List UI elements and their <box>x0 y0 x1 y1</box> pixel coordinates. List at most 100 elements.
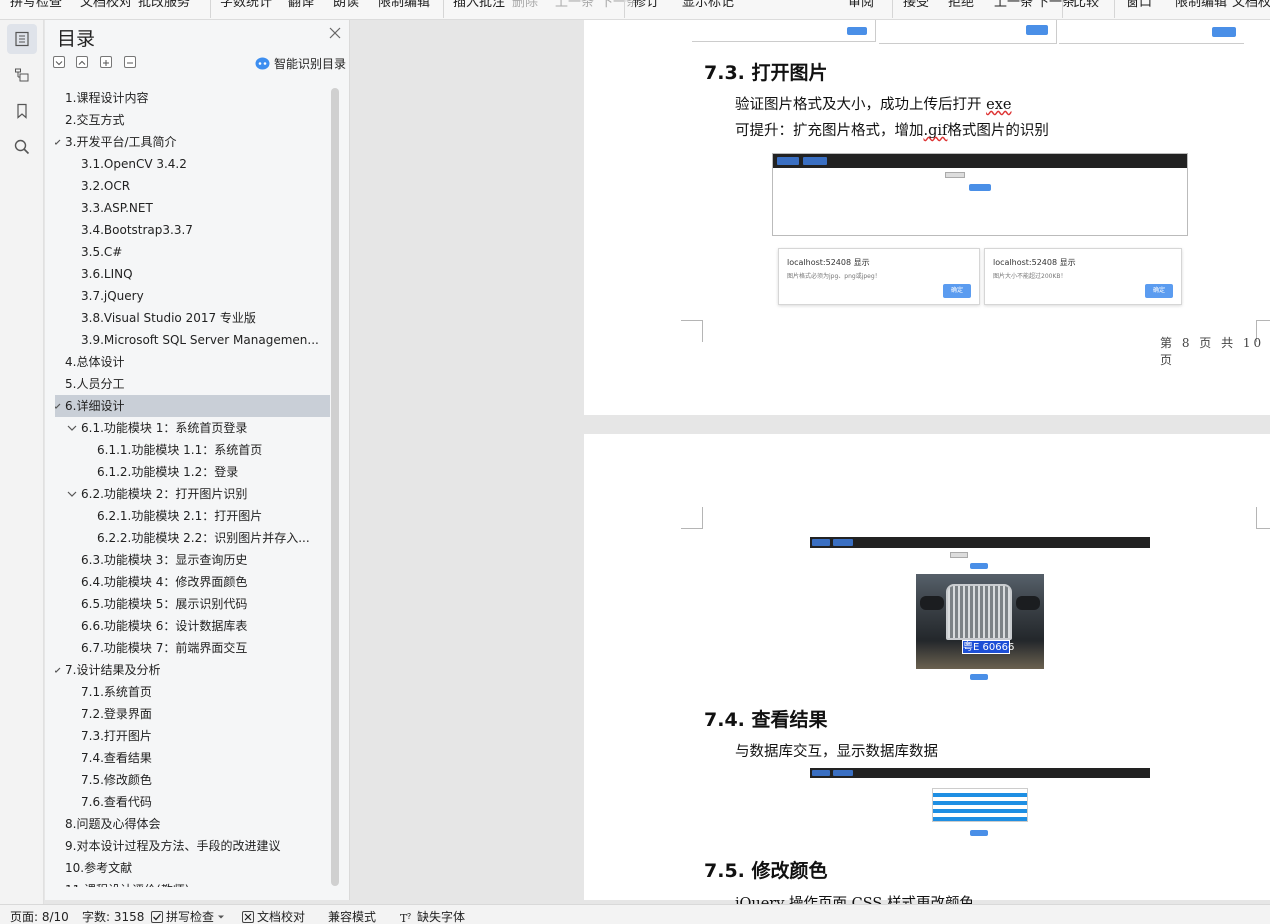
expand-chevron-icon[interactable] <box>55 131 62 153</box>
ribbon-spellcheck[interactable]: 拼写检查 <box>10 0 62 10</box>
dialog-ok-button: 确定 <box>1145 284 1173 298</box>
toc-item[interactable]: 3.2.OCR <box>55 175 330 197</box>
chevron-down-icon <box>55 61 63 66</box>
toc-item[interactable]: 3.开发平台/工具简介 <box>55 131 330 153</box>
toc-item[interactable]: 6.2.2.功能模块 2.2：识别图片并存入... <box>55 527 330 549</box>
ribbon-prev-change[interactable]: 上一条 <box>994 0 1033 10</box>
expand-down-button[interactable] <box>53 56 65 68</box>
upload-page-screenshot <box>772 153 1188 236</box>
toc-item[interactable]: 9.对本设计过程及方法、手段的改进建议 <box>55 835 330 857</box>
expand-chevron-icon[interactable] <box>55 395 62 417</box>
toc-item[interactable]: 3.3.ASP.NET <box>55 197 330 219</box>
toc-item-label: 5.人员分工 <box>65 377 125 391</box>
toc-item-label: 3.9.Microsoft SQL Server Managemen... <box>81 333 319 347</box>
toc-item[interactable]: 3.9.Microsoft SQL Server Managemen... <box>55 329 330 351</box>
toc-item[interactable]: 6.1.2.功能模块 1.2：登录 <box>55 461 330 483</box>
toc-item[interactable]: 3.7.jQuery <box>55 285 330 307</box>
mini-file-hint <box>967 172 1003 178</box>
toc-item[interactable]: 6.1.功能模块 1：系统首页登录 <box>55 417 330 439</box>
ribbon-separator <box>210 0 211 18</box>
toc-item-label: 6.详细设计 <box>65 399 125 413</box>
toc-item[interactable]: 7.6.查看代码 <box>55 791 330 813</box>
toc-scrollbar[interactable] <box>331 88 339 886</box>
expand-chevron-icon[interactable] <box>66 483 78 505</box>
page-indicator[interactable]: 页面: 8/10 <box>10 908 69 924</box>
toc-item[interactable]: 7.3.打开图片 <box>55 725 330 747</box>
toc-item[interactable]: 3.5.C# <box>55 241 330 263</box>
ribbon-accept[interactable]: 接受 <box>903 0 929 10</box>
toc-item[interactable]: 6.2.1.功能模块 2.1：打开图片 <box>55 505 330 527</box>
ribbon-review-service[interactable]: 批改服务 <box>138 0 190 10</box>
smart-toc-label: 智能识别目录 <box>274 57 347 71</box>
ribbon-show-marks[interactable]: 显示标记 <box>682 0 734 10</box>
word-count[interactable]: 字数: 3158 <box>82 908 144 924</box>
size-alert-dialog: localhost:52408 显示 图片大小不能超过200KB！ 确定 <box>984 248 1182 305</box>
mini-nav-button <box>833 770 853 776</box>
toc-item[interactable]: 8.问题及心得体会 <box>55 813 330 835</box>
remove-level-button[interactable] <box>124 56 136 68</box>
toc-item[interactable]: 3.1.OpenCV 3.4.2 <box>55 153 330 175</box>
toc-item[interactable]: 1.课程设计内容 <box>55 87 330 109</box>
toc-item[interactable]: 6.3.功能模块 3：显示查询历史 <box>55 549 330 571</box>
missing-font-button[interactable]: T? 缺失字体 <box>400 908 465 924</box>
toc-item-label: 11.课程设计评价(教师) <box>65 879 324 887</box>
toc-item-label: 6.6.功能模块 6：设计数据库表 <box>81 619 248 633</box>
toc-item[interactable]: 6.7.功能模块 7：前端界面交互 <box>55 637 330 659</box>
toc-item-label: 2.交互方式 <box>65 113 125 127</box>
ribbon-revise[interactable]: 修订 <box>633 0 659 10</box>
toc-item[interactable]: 6.6.功能模块 6：设计数据库表 <box>55 615 330 637</box>
toc-item[interactable]: 4.总体设计 <box>55 351 330 373</box>
toc-item[interactable]: 6.1.1.功能模块 1.1：系统首页 <box>55 439 330 461</box>
spellcheck-toggle[interactable]: 拼写检查 <box>151 908 225 924</box>
collapse-up-button[interactable] <box>76 56 88 68</box>
toc-item[interactable]: 6.详细设计 <box>55 395 330 417</box>
para-word-exe: exe <box>986 97 1012 113</box>
toc-item[interactable]: 3.4.Bootstrap3.3.7 <box>55 219 330 241</box>
ribbon-word-count[interactable]: 字数统计 <box>220 0 272 10</box>
ribbon-separator <box>1062 0 1063 18</box>
toc-item[interactable]: 7.5.修改颜色 <box>55 769 330 791</box>
close-icon[interactable] <box>328 26 342 40</box>
doc-proof-button[interactable]: 文档校对 <box>242 908 305 924</box>
toc-item[interactable]: 7.2.登录界面 <box>55 703 330 725</box>
toc-item[interactable]: 7.1.系统首页 <box>55 681 330 703</box>
search-button[interactable] <box>7 132 37 162</box>
smart-toc-button[interactable]: 智能识别目录 <box>255 55 346 72</box>
ribbon-prev[interactable]: 上一条 <box>555 0 594 10</box>
toc-item[interactable]: 11.课程设计评价(教师) <box>55 879 330 887</box>
crop-mark <box>1256 507 1270 529</box>
toc-item[interactable]: 10.参考文献 <box>55 857 330 879</box>
toc-item[interactable]: 7.设计结果及分析 <box>55 659 330 681</box>
toc-item[interactable]: 6.4.功能模块 4：修改界面颜色 <box>55 571 330 593</box>
ribbon-insert-comment[interactable]: 插入批注 <box>453 0 505 10</box>
ribbon-restrict-edit-2[interactable]: 限制编辑 <box>1175 0 1227 10</box>
toc-item[interactable]: 5.人员分工 <box>55 373 330 395</box>
expand-chevron-icon[interactable] <box>66 417 78 439</box>
ribbon-doc-permission[interactable]: 文档权限 <box>1232 0 1270 10</box>
ribbon-compare[interactable]: 比较 <box>1073 0 1099 10</box>
ribbon-doc-proof[interactable]: 文档校对 <box>80 0 132 10</box>
toc-item[interactable]: 3.6.LINQ <box>55 263 330 285</box>
toc-item[interactable]: 6.5.功能模块 5：展示识别代码 <box>55 593 330 615</box>
ribbon-window[interactable]: 窗口 <box>1126 0 1152 10</box>
add-level-button[interactable] <box>100 56 112 68</box>
ribbon-restrict-edit[interactable]: 限制编辑 <box>378 0 430 10</box>
expand-chevron-icon[interactable] <box>55 659 62 681</box>
ribbon-delete[interactable]: 删除 <box>512 0 538 10</box>
toc-item[interactable]: 3.8.Visual Studio 2017 专业版 <box>55 307 330 329</box>
ribbon-translate[interactable]: 翻译 <box>288 0 314 10</box>
toc-item[interactable]: 6.2.功能模块 2：打开图片识别 <box>55 483 330 505</box>
chapter-nav-button[interactable] <box>7 60 37 90</box>
ribbon-review[interactable]: 审阅 <box>848 0 874 10</box>
spellcheck-label: 拼写检查 <box>166 910 215 924</box>
toc-item[interactable]: 2.交互方式 <box>55 109 330 131</box>
ribbon-read-aloud[interactable]: 朗读 <box>333 0 359 10</box>
toc-item-label: 6.1.2.功能模块 1.2：登录 <box>97 465 239 479</box>
bookmark-button[interactable] <box>7 96 37 126</box>
toc-panel-button[interactable] <box>7 24 37 54</box>
ribbon-next-change[interactable]: 下一条 <box>1036 0 1075 10</box>
ribbon-reject[interactable]: 拒绝 <box>948 0 974 10</box>
page-footer: 第 8 页 共 10 页 <box>1160 336 1265 367</box>
toc-item-label: 3.7.jQuery <box>81 289 144 303</box>
toc-item[interactable]: 7.4.查看结果 <box>55 747 330 769</box>
